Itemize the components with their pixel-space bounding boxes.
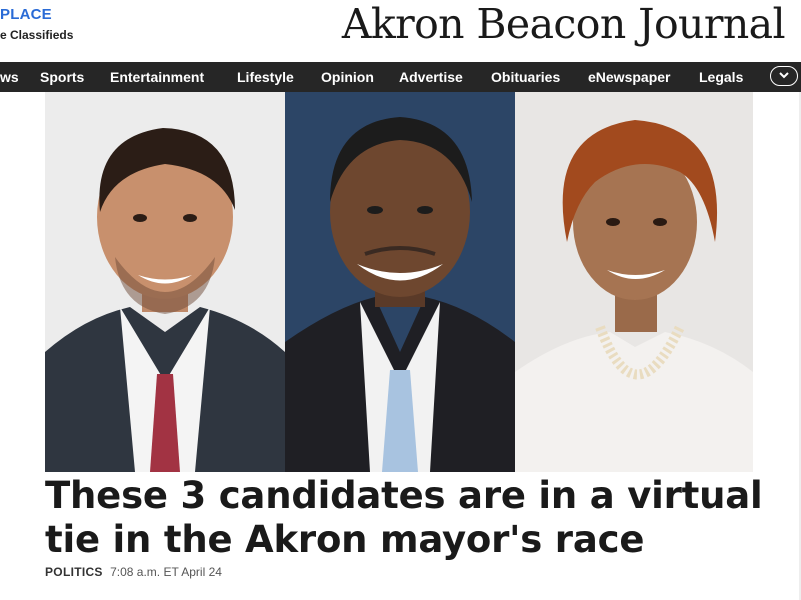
nav-item-sports[interactable]: Sports <box>40 62 84 92</box>
chevron-down-icon <box>779 72 789 79</box>
nav-item-opinion[interactable]: Opinion <box>321 62 374 92</box>
article-timestamp: 7:08 a.m. ET April 24 <box>110 565 222 579</box>
marketplace-link[interactable]: PLACE <box>0 6 52 23</box>
nav-item-legals[interactable]: Legals <box>699 62 743 92</box>
nav-item-news[interactable]: ws <box>0 62 19 92</box>
nav-item-enewspaper[interactable]: eNewspaper <box>588 62 670 92</box>
hero-image[interactable] <box>45 92 753 472</box>
article-category[interactable]: POLITICS <box>45 565 103 579</box>
nav-item-obituaries[interactable]: Obituaries <box>491 62 560 92</box>
nav-item-entertainment[interactable]: Entertainment <box>110 62 204 92</box>
article-meta: POLITICS 7:08 a.m. ET April 24 <box>45 565 222 579</box>
candidate-photo-middle <box>285 92 515 472</box>
classifieds-link[interactable]: e Classifieds <box>0 28 73 42</box>
nav-item-advertise[interactable]: Advertise <box>399 62 463 92</box>
candidate-photo-left <box>45 92 285 472</box>
site-logo[interactable]: Akron Beacon Journal <box>342 0 786 48</box>
site-header: PLACE e Classifieds Akron Beacon Journal <box>0 0 801 62</box>
article-headline[interactable]: These 3 candidates are in a virtual tie … <box>45 474 785 562</box>
main-nav: ws Sports Entertainment Lifestyle Opinio… <box>0 62 801 92</box>
candidate-photo-right <box>515 92 753 472</box>
nav-item-lifestyle[interactable]: Lifestyle <box>237 62 294 92</box>
nav-more-button[interactable] <box>770 66 798 86</box>
